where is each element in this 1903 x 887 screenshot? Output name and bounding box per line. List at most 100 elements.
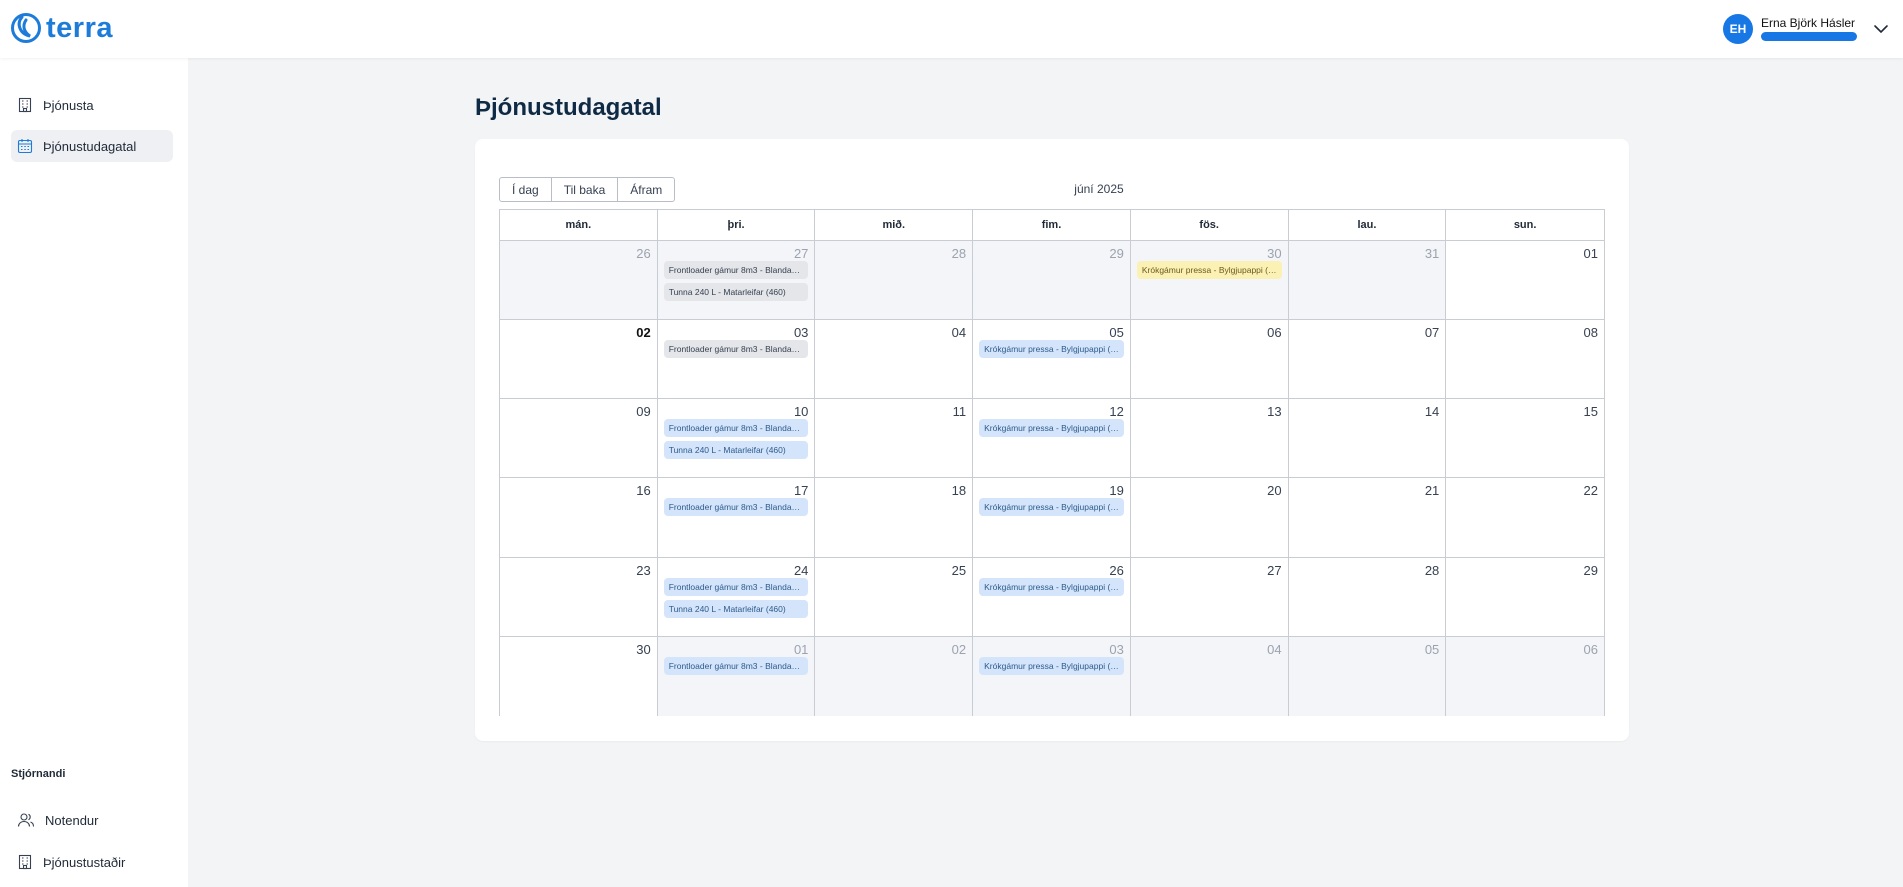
calendar-event[interactable]: Frontloader gámur 8m3 - Blandaður úrgang… bbox=[663, 577, 809, 596]
day-number[interactable]: 27 bbox=[794, 246, 808, 261]
calendar-day-cell[interactable]: 14 bbox=[1288, 399, 1447, 478]
calendar-day-cell[interactable]: 16 bbox=[500, 478, 658, 557]
calendar-day-cell[interactable]: 03 Krókgámur pressa - Bylgjupappi (660) bbox=[973, 636, 1131, 716]
calendar-day-cell[interactable]: 29 bbox=[1446, 557, 1604, 636]
calendar-day-cell[interactable]: 22 bbox=[1446, 478, 1604, 557]
calendar-day-cell[interactable]: 19 Krókgámur pressa - Bylgjupappi (660) bbox=[973, 478, 1131, 557]
calendar-day-cell[interactable]: 30 Krókgámur pressa - Bylgjupappi (660) bbox=[1130, 241, 1289, 320]
day-number[interactable]: 19 bbox=[1109, 483, 1123, 498]
calendar-day-cell[interactable]: 27 bbox=[1130, 557, 1289, 636]
calendar-day-cell[interactable]: 27Frontloader gámur 8m3 - Blandaður úrga… bbox=[657, 241, 816, 320]
day-number[interactable]: 22 bbox=[1584, 483, 1598, 498]
calendar-day-cell[interactable]: 28 bbox=[815, 241, 974, 320]
day-number[interactable]: 27 bbox=[1267, 563, 1281, 578]
day-number[interactable]: 05 bbox=[1109, 325, 1123, 340]
calendar-day-cell[interactable]: 02 bbox=[815, 636, 974, 716]
day-number[interactable]: 29 bbox=[1584, 563, 1598, 578]
calendar-day-cell[interactable]: 01 bbox=[1446, 241, 1604, 320]
sidebar-item-notendur[interactable]: Notendur bbox=[11, 804, 173, 836]
calendar-day-cell[interactable]: 17Frontloader gámur 8m3 - Blandaður úrga… bbox=[657, 478, 816, 557]
sidebar-item-thjonusta[interactable]: Þjónusta bbox=[11, 89, 173, 121]
calendar-event[interactable]: Krókgámur pressa - Bylgjupappi (660) bbox=[979, 656, 1124, 675]
day-number[interactable]: 03 bbox=[794, 325, 808, 340]
calendar-day-cell[interactable]: 02 bbox=[500, 320, 658, 399]
user-menu[interactable]: EH Erna Björk Hásler Starfsmaður bbox=[1723, 0, 1903, 58]
day-number[interactable]: 31 bbox=[1425, 246, 1439, 261]
day-number[interactable]: 23 bbox=[636, 563, 650, 578]
calendar-day-cell[interactable]: 05 bbox=[1288, 636, 1447, 716]
calendar-day-cell[interactable]: 30 bbox=[500, 636, 658, 716]
calendar-event[interactable]: Krókgámur pressa - Bylgjupappi (660) bbox=[979, 577, 1124, 596]
calendar-event[interactable]: Tunna 240 L - Matarleifar (460) bbox=[663, 283, 809, 301]
day-number[interactable]: 06 bbox=[1584, 642, 1598, 657]
day-number[interactable]: 04 bbox=[1267, 642, 1281, 657]
day-number[interactable]: 03 bbox=[1109, 642, 1123, 657]
day-number[interactable]: 20 bbox=[1267, 483, 1281, 498]
calendar-day-cell[interactable]: 13 bbox=[1130, 399, 1289, 478]
calendar-event[interactable]: Frontloader gámur 8m3 - Blandaður úrgang… bbox=[663, 419, 809, 438]
day-number[interactable]: 07 bbox=[1425, 325, 1439, 340]
day-number[interactable]: 21 bbox=[1425, 483, 1439, 498]
day-number[interactable]: 09 bbox=[636, 404, 650, 419]
back-button[interactable]: Til baka bbox=[551, 177, 619, 202]
day-number[interactable]: 16 bbox=[636, 483, 650, 498]
day-number[interactable]: 05 bbox=[1425, 642, 1439, 657]
calendar-day-cell[interactable]: 09 bbox=[500, 399, 658, 478]
day-number[interactable]: 25 bbox=[952, 563, 966, 578]
day-number[interactable]: 18 bbox=[952, 483, 966, 498]
chevron-down-icon[interactable] bbox=[1873, 21, 1889, 37]
calendar-event[interactable]: Frontloader gámur 8m3 - Blandaður úrgang… bbox=[663, 656, 809, 675]
day-number[interactable]: 28 bbox=[952, 246, 966, 261]
sidebar-item-thjonustustadir[interactable]: Þjónustustaðir bbox=[11, 846, 173, 878]
calendar-day-cell[interactable]: 12 Krókgámur pressa - Bylgjupappi (660) bbox=[973, 399, 1131, 478]
today-button[interactable]: Í dag bbox=[499, 177, 552, 202]
calendar-event[interactable]: Frontloader gámur 8m3 - Blandaður úrgang… bbox=[663, 261, 809, 279]
day-number[interactable]: 04 bbox=[952, 325, 966, 340]
calendar-day-cell[interactable]: 07 bbox=[1288, 320, 1447, 399]
day-number[interactable]: 02 bbox=[952, 642, 966, 657]
calendar-day-cell[interactable]: 21 bbox=[1288, 478, 1447, 557]
day-number[interactable]: 14 bbox=[1425, 404, 1439, 419]
calendar-day-cell[interactable]: 26 bbox=[500, 241, 658, 320]
calendar-day-cell[interactable]: 04 bbox=[1130, 636, 1289, 716]
day-number[interactable]: 28 bbox=[1425, 563, 1439, 578]
day-number[interactable]: 30 bbox=[1267, 246, 1281, 261]
avatar[interactable]: EH bbox=[1723, 14, 1753, 44]
calendar-day-cell[interactable]: 23 bbox=[500, 557, 658, 636]
calendar-event[interactable]: Tunna 240 L - Matarleifar (460) bbox=[663, 599, 809, 618]
calendar-event[interactable]: Krókgámur pressa - Bylgjupappi (660) bbox=[1136, 261, 1282, 279]
calendar-day-cell[interactable]: 05 Krókgámur pressa - Bylgjupappi (660) bbox=[973, 320, 1131, 399]
day-number[interactable]: 29 bbox=[1109, 246, 1123, 261]
calendar-day-cell[interactable]: 15 bbox=[1446, 399, 1604, 478]
calendar-event[interactable]: Frontloader gámur 8m3 - Blandaður úrgang… bbox=[663, 340, 809, 359]
calendar-day-cell[interactable]: 03Frontloader gámur 8m3 - Blandaður úrga… bbox=[657, 320, 816, 399]
day-number[interactable]: 01 bbox=[1584, 246, 1598, 261]
calendar-day-cell[interactable]: 29 bbox=[973, 241, 1131, 320]
calendar-event[interactable]: Krókgámur pressa - Bylgjupappi (660) bbox=[979, 498, 1124, 517]
calendar-day-cell[interactable]: 06 bbox=[1130, 320, 1289, 399]
next-button[interactable]: Áfram bbox=[618, 177, 676, 202]
sidebar-item-thjonustudagatal[interactable]: Þjónustudagatal bbox=[11, 130, 173, 162]
calendar-day-cell[interactable]: 26 Krókgámur pressa - Bylgjupappi (660) bbox=[973, 557, 1131, 636]
day-number[interactable]: 01 bbox=[794, 642, 808, 657]
day-number[interactable]: 15 bbox=[1584, 404, 1598, 419]
calendar-event[interactable]: Krókgámur pressa - Bylgjupappi (660) bbox=[979, 340, 1124, 359]
day-number[interactable]: 26 bbox=[1109, 563, 1123, 578]
calendar-event[interactable]: Frontloader gámur 8m3 - Blandaður úrgang… bbox=[663, 498, 809, 517]
calendar-day-cell[interactable]: 10Frontloader gámur 8m3 - Blandaður úrga… bbox=[657, 399, 816, 478]
day-number[interactable]: 06 bbox=[1267, 325, 1281, 340]
day-number[interactable]: 24 bbox=[794, 563, 808, 578]
day-number[interactable]: 11 bbox=[953, 404, 967, 419]
calendar-day-cell[interactable]: 08 bbox=[1446, 320, 1604, 399]
calendar-event[interactable]: Tunna 240 L - Matarleifar (460) bbox=[663, 441, 809, 460]
calendar-day-cell[interactable]: 24Frontloader gámur 8m3 - Blandaður úrga… bbox=[657, 557, 816, 636]
day-number[interactable]: 17 bbox=[794, 483, 808, 498]
calendar-day-cell[interactable]: 18 bbox=[815, 478, 974, 557]
day-number[interactable]: 12 bbox=[1109, 404, 1123, 419]
day-number[interactable]: 02 bbox=[636, 325, 650, 340]
calendar-day-cell[interactable]: 11 bbox=[815, 399, 974, 478]
calendar-day-cell[interactable]: 01Frontloader gámur 8m3 - Blandaður úrga… bbox=[657, 636, 816, 716]
day-number[interactable]: 10 bbox=[794, 404, 808, 419]
calendar-day-cell[interactable]: 28 bbox=[1288, 557, 1447, 636]
calendar-day-cell[interactable]: 06 bbox=[1446, 636, 1604, 716]
